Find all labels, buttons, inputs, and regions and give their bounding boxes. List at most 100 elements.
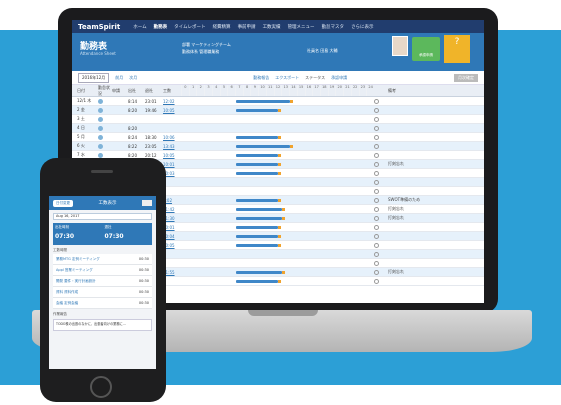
remark-icon[interactable] [374, 170, 388, 176]
remark-icon[interactable] [374, 233, 388, 239]
row-in[interactable]: 8:20 [128, 153, 145, 158]
remark-icon[interactable] [374, 242, 388, 248]
nav-attendance-master[interactable]: 勤怠マスタ [322, 24, 345, 30]
work-bar [236, 172, 282, 175]
phone-note-field[interactable]: TODO株の出張のなかに、出張者向けの業務に... [53, 319, 152, 331]
top-nav: TeamSpirit ホーム 勤務表 タイムレポート 経費精算 事前申請 工数実… [72, 20, 484, 33]
work-bar [236, 280, 282, 283]
remark-icon[interactable] [374, 251, 388, 257]
toolbar-item[interactable]: 承認申請 [331, 75, 347, 81]
row-hours-link[interactable]: 10:06 [163, 135, 181, 140]
nav-admin-menu[interactable]: 管理メニュー [288, 24, 315, 30]
remark-icon[interactable] [374, 179, 388, 185]
remark-icon[interactable] [374, 125, 388, 131]
hour-tick: 17 [312, 85, 320, 96]
row-out[interactable]: 23:01 [145, 99, 163, 104]
row-out[interactable]: 20:12 [145, 153, 163, 158]
table-row[interactable]: 12/1 木 8:14 23:01 12:02 [72, 97, 484, 106]
phone-speaker [91, 170, 113, 173]
remark-icon[interactable] [374, 197, 388, 203]
month-confirm-button[interactable]: 月次確定 [454, 73, 478, 82]
hour-tick: 7 [235, 85, 243, 96]
phone-note-label: 作業報告 [53, 312, 67, 316]
row-timeline [181, 259, 374, 267]
list-item[interactable]: 資料 資料作成 00:30 [53, 287, 152, 298]
row-timeline [181, 151, 374, 159]
row-date: 2 金 [77, 107, 85, 112]
work-bar [236, 109, 282, 112]
prev-month-link[interactable]: 前月 [115, 75, 123, 81]
row-in[interactable]: 8:24 [128, 135, 145, 140]
hour-tick: 23 [358, 85, 367, 96]
phone-date-field[interactable]: Aug 16, 2017 [53, 213, 152, 220]
phone-section-label: 工数時間 [53, 248, 67, 252]
row-timeline [181, 133, 374, 141]
remark-icon[interactable] [374, 206, 388, 212]
row-in[interactable]: 8:22 [128, 144, 145, 149]
row-hours-link[interactable]: 10:05 [163, 108, 181, 113]
row-hours-link[interactable]: 12:02 [163, 99, 181, 104]
next-month-link[interactable]: 次月 [129, 75, 137, 81]
nav-more[interactable]: さらに表示 [351, 24, 374, 30]
remark-icon[interactable] [374, 188, 388, 194]
nav-time-report[interactable]: タイムレポート [174, 24, 205, 30]
row-date: 5 月 [77, 134, 85, 139]
table-row[interactable]: 3 土 [72, 115, 484, 124]
remark-icon[interactable] [374, 269, 388, 275]
remark-icon[interactable] [374, 215, 388, 221]
nav-home[interactable]: ホーム [133, 24, 146, 30]
table-row[interactable]: 6 火 8:22 23:05 13:43 [72, 142, 484, 151]
table-row[interactable]: 2 金 8:20 19:46 10:05 [72, 106, 484, 115]
phone-close-button[interactable] [142, 200, 152, 206]
remark-icon[interactable] [374, 134, 388, 140]
row-remark: 打刻忘れ [388, 206, 404, 211]
row-out[interactable]: 19:46 [145, 108, 163, 113]
row-in[interactable]: 8:20 [128, 108, 145, 113]
hour-tick: 16 [304, 85, 313, 96]
list-item[interactable]: Appl 営業ミーティング 00:30 [53, 265, 152, 276]
hour-tick: 3 [204, 85, 212, 96]
table-row[interactable]: 4 日 8:20 [72, 124, 484, 133]
row-in[interactable]: 8:20 [128, 126, 145, 131]
row-out[interactable]: 18:30 [145, 135, 163, 140]
remark-icon[interactable] [374, 224, 388, 230]
nav-expense[interactable]: 経費精算 [213, 24, 231, 30]
row-timeline [181, 250, 374, 258]
remark-icon[interactable] [374, 152, 388, 158]
toolbar-item[interactable]: 勤務報告 [253, 75, 269, 81]
nav-timesheet[interactable]: 勤務表 [154, 24, 168, 30]
remark-icon[interactable] [374, 116, 388, 122]
row-hours-link[interactable]: 10:05 [163, 153, 181, 158]
row-hours-link[interactable]: 13:43 [163, 144, 181, 149]
list-item[interactable]: 業務MTG 定例ミーティング 00:30 [53, 254, 152, 265]
remark-icon[interactable] [374, 143, 388, 149]
status-icon [98, 134, 112, 140]
list-item[interactable]: 開発 要件・実行計画設計 00:30 [53, 276, 152, 287]
remark-icon[interactable] [374, 98, 388, 104]
remark-icon[interactable] [374, 107, 388, 113]
row-in[interactable]: 8:14 [128, 99, 145, 104]
phone-date-change-button[interactable]: 日付変更 [53, 199, 73, 207]
col-hours: 工数 [163, 87, 171, 93]
nav-hours[interactable]: 工数実績 [263, 24, 281, 30]
hour-tick: 4 [211, 85, 220, 96]
nav-pre-request[interactable]: 事前申請 [238, 24, 256, 30]
toolbar-item[interactable]: エクスポート [275, 75, 299, 81]
help-icon[interactable]: ? [444, 35, 470, 63]
month-select[interactable]: 2016年12月 [78, 72, 110, 83]
employee-name: 社員名 田島 大輔 [307, 48, 338, 53]
row-hours-link[interactable]: 10:01 [163, 162, 181, 167]
laptop-notch [248, 310, 318, 316]
work-bar [236, 217, 286, 220]
remark-icon[interactable] [374, 260, 388, 266]
remark-icon[interactable] [374, 278, 388, 284]
list-item[interactable]: 会議 定例会議 00:30 [53, 298, 152, 309]
remark-icon[interactable] [374, 161, 388, 167]
table-row[interactable]: 5 月 8:24 18:30 10:06 [72, 133, 484, 142]
phone-home-button [90, 376, 112, 398]
row-timeline [181, 178, 374, 186]
row-out[interactable]: 23:05 [145, 144, 163, 149]
app-logo[interactable]: TeamSpirit [78, 23, 120, 31]
row-timeline [181, 205, 374, 213]
approval-button[interactable]: 承認申請 [412, 37, 440, 61]
